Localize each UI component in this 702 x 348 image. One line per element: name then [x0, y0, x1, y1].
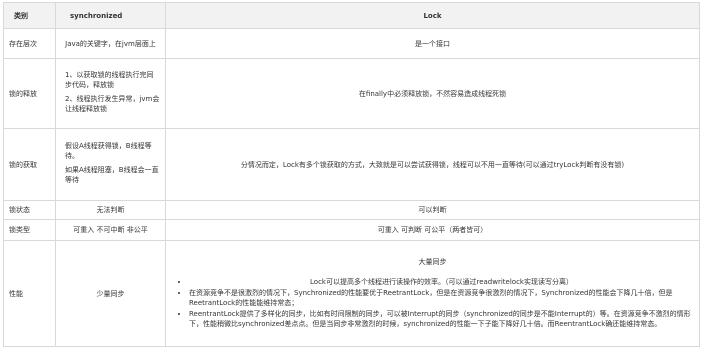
row-synchronized-cell: 假设A线程获得锁，B线程等待。 如果A线程阻塞，B线程会一直等待 [55, 128, 166, 201]
row-lock-cell: 是一个接口 [165, 28, 700, 59]
table-row: 存在层次 Java的关键字，在jvm层面上 是一个接口 [3, 28, 700, 59]
sync-acquire-list: 假设A线程获得锁，B线程等待。 如果A线程阻塞，B线程会一直等待 [61, 141, 160, 185]
table-row: 锁类型 可重入 不可中断 非公平 可重入 可判断 可公平（两者皆可） [3, 219, 700, 241]
row-synchronized-cell: 可重入 不可中断 非公平 [55, 219, 166, 241]
table-header-row: 类别 synchronized Lock [3, 2, 700, 29]
list-item: 1、以获取锁的线程执行完同步代码，释放锁 [65, 70, 154, 89]
table-row: 性能 少量同步 大量同步 Lock可以提高多个线程进行读操作的效率。（可以通过r… [3, 240, 700, 347]
row-synchronized-cell: 1、以获取锁的线程执行完同步代码，释放锁 2、线程执行发生异常，jvm会让线程释… [55, 58, 166, 129]
row-category: 性能 [3, 240, 56, 347]
list-item: 假设A线程获得锁，B线程等待。 [65, 141, 152, 160]
lock-performance-title: 大量同步 [418, 258, 447, 266]
row-synchronized-cell: 无法判断 [55, 200, 166, 220]
row-lock-cell: 分情况而定，Lock有多个锁获取的方式，大致就是可以尝试获得锁，线程可以不用一直… [165, 128, 700, 201]
comparison-table: 类别 synchronized Lock 存在层次 Java的关键字，在jvm层… [3, 2, 700, 347]
list-item: Lock可以提高多个线程进行读操作的效率。（可以通过readwritelock实… [189, 277, 694, 287]
row-category: 存在层次 [3, 28, 56, 59]
header-category: 类别 [3, 2, 56, 29]
lock-performance-list: Lock可以提高多个线程进行读操作的效率。（可以通过readwritelock实… [171, 277, 694, 329]
table-row: 锁的释放 1、以获取锁的线程执行完同步代码，释放锁 2、线程执行发生异常，jvm… [3, 58, 700, 129]
row-lock-cell: 大量同步 Lock可以提高多个线程进行读操作的效率。（可以通过readwrite… [165, 240, 700, 347]
header-synchronized: synchronized [55, 2, 166, 29]
row-category: 锁类型 [3, 219, 56, 241]
row-category: 锁的释放 [3, 58, 56, 129]
sync-release-list: 1、以获取锁的线程执行完同步代码，释放锁 2、线程执行发生异常，jvm会让线程释… [61, 70, 160, 114]
row-lock-cell: 可重入 可判断 可公平（两者皆可） [165, 219, 700, 241]
row-lock-cell: 在finally中必须释放锁，不然容易造成线程死锁 [165, 58, 700, 129]
row-synchronized-cell: Java的关键字，在jvm层面上 [55, 28, 166, 59]
list-item: 在资源竞争不是很激烈的情况下，Synchronized的性能要优于Reetran… [189, 288, 694, 308]
comparison-table-container: 类别 synchronized Lock 存在层次 Java的关键字，在jvm层… [3, 2, 700, 347]
table-row: 锁状态 无法判断 可以判断 [3, 200, 700, 220]
row-lock-cell: 可以判断 [165, 200, 700, 220]
header-lock: Lock [165, 2, 700, 29]
row-category: 锁的获取 [3, 128, 56, 201]
row-synchronized-cell: 少量同步 [55, 240, 166, 347]
table-row: 锁的获取 假设A线程获得锁，B线程等待。 如果A线程阻塞，B线程会一直等待 分情… [3, 128, 700, 201]
list-item: 如果A线程阻塞，B线程会一直等待 [65, 165, 159, 184]
list-item: ReentrantLock提供了多样化的同步，比如有时间限制的同步，可以被Int… [189, 309, 694, 329]
row-category: 锁状态 [3, 200, 56, 220]
list-item: 2、线程执行发生异常，jvm会让线程释放锁 [65, 94, 160, 113]
